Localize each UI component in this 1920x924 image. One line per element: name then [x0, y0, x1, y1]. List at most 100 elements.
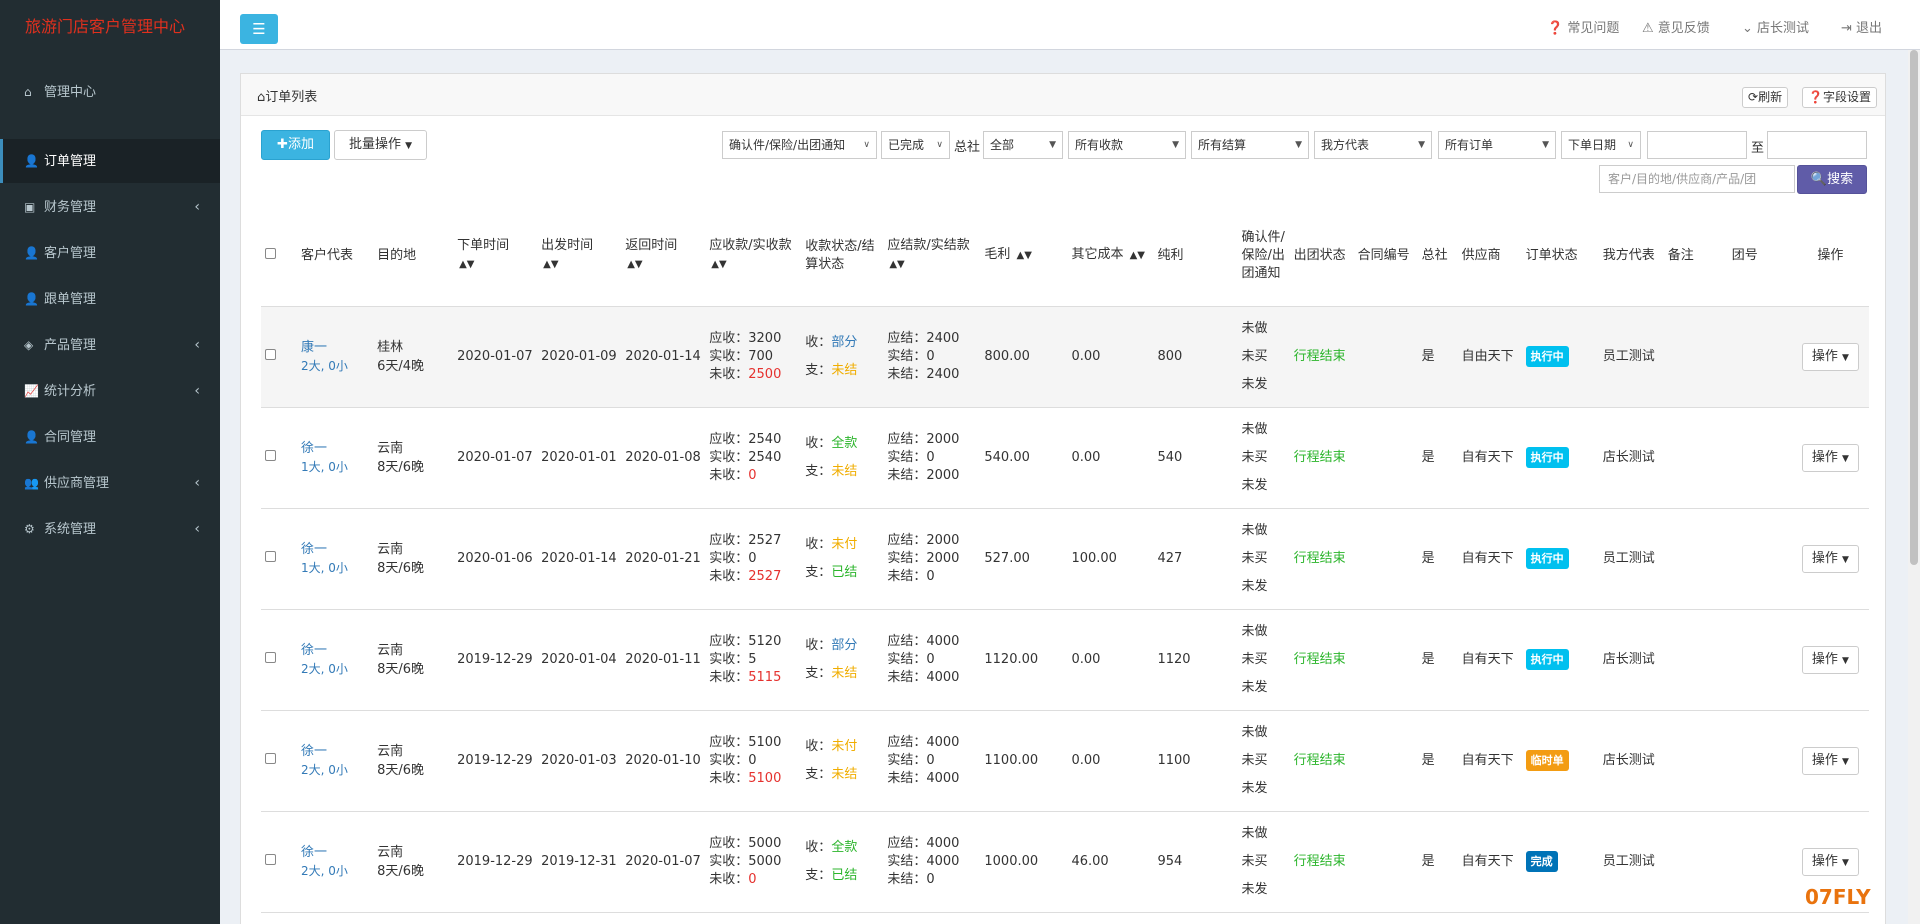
- scroll-thumb[interactable]: [1910, 50, 1918, 565]
- customer-cell[interactable]: 徐一 2大, 0小: [297, 609, 374, 711]
- date-type-select[interactable]: 下单日期 ∨: [1561, 131, 1641, 159]
- supplier-name: 自由天下: [1461, 349, 1514, 364]
- row-checkbox[interactable]: [265, 551, 276, 562]
- brand-title[interactable]: 旅游门店客户管理中心: [0, 0, 220, 50]
- order-status-cell: 执行中: [1521, 306, 1599, 408]
- feedback-label: 意见反馈: [1657, 21, 1710, 36]
- customer-cell[interactable]: 徐一 2大, 0小: [297, 811, 374, 913]
- col-other-cost-label: 其它成本: [1071, 247, 1124, 263]
- cost-cell: 0.00: [1067, 609, 1154, 711]
- orders-table: 客户代表 目的地 下单时间 ▲▼ 出发时间 ▲▼ 返回时间 ▲▼ 应收款/实收款 ▲▼…: [261, 206, 1869, 913]
- col-gross[interactable]: 毛利 ▲▼: [980, 206, 1068, 307]
- date-to-input[interactable]: [1767, 131, 1867, 159]
- hq-cell: 是: [1417, 306, 1458, 408]
- sidebar-item-label: 财务管理: [44, 200, 97, 215]
- field-settings-button[interactable]: ❓字段设置: [1802, 87, 1877, 108]
- order-status-cell: 执行中: [1521, 508, 1599, 610]
- order-status-cell: 临时单: [1521, 710, 1599, 812]
- sidebar-item-6[interactable]: 📈 统计分析 ‹: [0, 369, 220, 413]
- sidebar-item-7[interactable]: 👤 合同管理: [0, 415, 220, 459]
- received: 实收：0: [709, 752, 757, 768]
- sidebar-item-3[interactable]: 👤 客户管理: [0, 231, 220, 275]
- col-payable[interactable]: 应结款/实结款 ▲▼: [883, 206, 981, 307]
- logout-link[interactable]: ⇥ 退出: [1841, 17, 1882, 36]
- customer-cell[interactable]: 徐一 1大, 0小: [297, 407, 374, 509]
- user-menu[interactable]: ⌄ 店长测试: [1742, 17, 1809, 36]
- col-receivable[interactable]: 应收款/实收款 ▲▼: [705, 206, 802, 307]
- confirm-status: 未做: [1241, 522, 1268, 538]
- row-checkbox[interactable]: [265, 450, 276, 461]
- income-status: 未付: [831, 738, 858, 754]
- receivable-cell: 应收：2540 实收：2540 未收：0: [705, 407, 802, 509]
- col-order-time[interactable]: 下单时间 ▲▼: [453, 206, 538, 307]
- confirm-cell: 未做 未买 未发: [1237, 508, 1290, 610]
- row-action-button[interactable]: 操作 ▼: [1801, 443, 1859, 472]
- action-cell: 操作 ▼: [1791, 407, 1869, 509]
- hq-flag: 是: [1421, 753, 1435, 768]
- sidebar-item-label: 订单管理: [44, 154, 97, 169]
- refresh-icon: ⟳: [1748, 90, 1759, 104]
- customer-cell[interactable]: 徐一 1大, 0小: [297, 508, 374, 610]
- select-all-cell: [261, 206, 298, 307]
- row-action-button[interactable]: 操作 ▼: [1801, 746, 1859, 775]
- customer-cell[interactable]: 徐一 2大, 0小: [297, 710, 374, 812]
- page-scrollbar[interactable]: [1908, 50, 1920, 924]
- sidebar-item-8[interactable]: 👥 供应商管理 ‹: [0, 461, 220, 505]
- pay-status-cell: 收：未付 支：未结: [801, 710, 884, 812]
- add-button[interactable]: ✚添加: [261, 130, 330, 160]
- rep-select[interactable]: 我方代表 ▼: [1314, 131, 1432, 159]
- col-other-cost[interactable]: 其它成本 ▲▼: [1067, 206, 1154, 307]
- hq-select[interactable]: 全部 ▼: [983, 131, 1063, 159]
- col-contract-no: 合同编号: [1353, 206, 1418, 307]
- col-return-time[interactable]: 返回时间 ▲▼: [621, 206, 706, 307]
- sidebar-toggle-button[interactable]: ☰: [240, 14, 278, 44]
- income-label: 收：: [805, 334, 832, 350]
- sidebar-item-2[interactable]: ▣ 财务管理 ‹: [0, 185, 220, 229]
- row-action-label: 操作: [1811, 348, 1838, 364]
- trip-days: 8天/6晚: [377, 762, 424, 778]
- order-select[interactable]: 所有订单 ▼: [1438, 131, 1556, 159]
- faq-link[interactable]: ❓ 常见问题: [1547, 17, 1619, 36]
- row-checkbox[interactable]: [265, 349, 276, 360]
- row-action-button[interactable]: 操作 ▼: [1801, 645, 1859, 674]
- col-depart-time[interactable]: 出发时间 ▲▼: [537, 206, 622, 307]
- hq-cell: 是: [1417, 407, 1458, 509]
- rep-cell: 员工测试: [1598, 306, 1664, 408]
- row-action-button[interactable]: 操作 ▼: [1801, 847, 1859, 876]
- payable: 应结：4000: [887, 835, 960, 851]
- expense-status: 已结: [831, 867, 858, 883]
- gross-profit: 1000.00: [984, 854, 1039, 869]
- sidebar-item-0[interactable]: ⌂ 管理中心: [0, 70, 220, 114]
- customer-cell[interactable]: 康一 2大, 0小: [297, 306, 374, 408]
- col-depart-time-label: 出发时间: [541, 238, 594, 254]
- receivable: 应收：2540: [709, 431, 782, 447]
- settle-select[interactable]: 所有结算 ▼: [1191, 131, 1309, 159]
- row-action-button[interactable]: 操作 ▼: [1801, 342, 1859, 371]
- receipt-select[interactable]: 所有收款 ▼: [1068, 131, 1186, 159]
- sidebar-item-4[interactable]: 👤 跟单管理: [0, 277, 220, 321]
- sidebar-item-1[interactable]: 👤 订单管理: [0, 139, 220, 183]
- sidebar-item-5[interactable]: ◈ 产品管理 ‹: [0, 323, 220, 367]
- customer-name: 徐一: [301, 642, 328, 658]
- notify-filter-select[interactable]: 确认件/保险/出团通知 ∨: [722, 131, 877, 159]
- other-cost: 0.00: [1071, 652, 1101, 667]
- return-date: 2020-01-14: [625, 349, 701, 364]
- row-checkbox[interactable]: [265, 753, 276, 764]
- row-checkbox[interactable]: [265, 652, 276, 663]
- date-from-input[interactable]: [1647, 131, 1747, 159]
- sidebar-item-9[interactable]: ⚙ 系统管理 ‹: [0, 507, 220, 551]
- question-icon: ❓: [1808, 90, 1823, 104]
- dest-cell: 云南 8天/6晚: [373, 508, 454, 610]
- search-input[interactable]: 客户/目的地/供应商/产品/团: [1599, 165, 1795, 193]
- batch-operation-button[interactable]: 批量操作 ▼: [334, 130, 427, 160]
- status-filter-select[interactable]: 已完成 ∨: [881, 131, 950, 159]
- row-checkbox[interactable]: [265, 854, 276, 865]
- row-action-button[interactable]: 操作 ▼: [1801, 544, 1859, 573]
- remark-cell: [1663, 508, 1728, 610]
- select-all-checkbox[interactable]: [265, 247, 276, 259]
- feedback-link[interactable]: ⚠ 意见反馈: [1642, 17, 1710, 36]
- notice-status: 未发: [1241, 578, 1268, 594]
- refresh-button[interactable]: ⟳刷新: [1742, 87, 1789, 108]
- search-button[interactable]: 🔍搜索: [1797, 165, 1867, 194]
- return-date: 2020-01-11: [625, 652, 701, 667]
